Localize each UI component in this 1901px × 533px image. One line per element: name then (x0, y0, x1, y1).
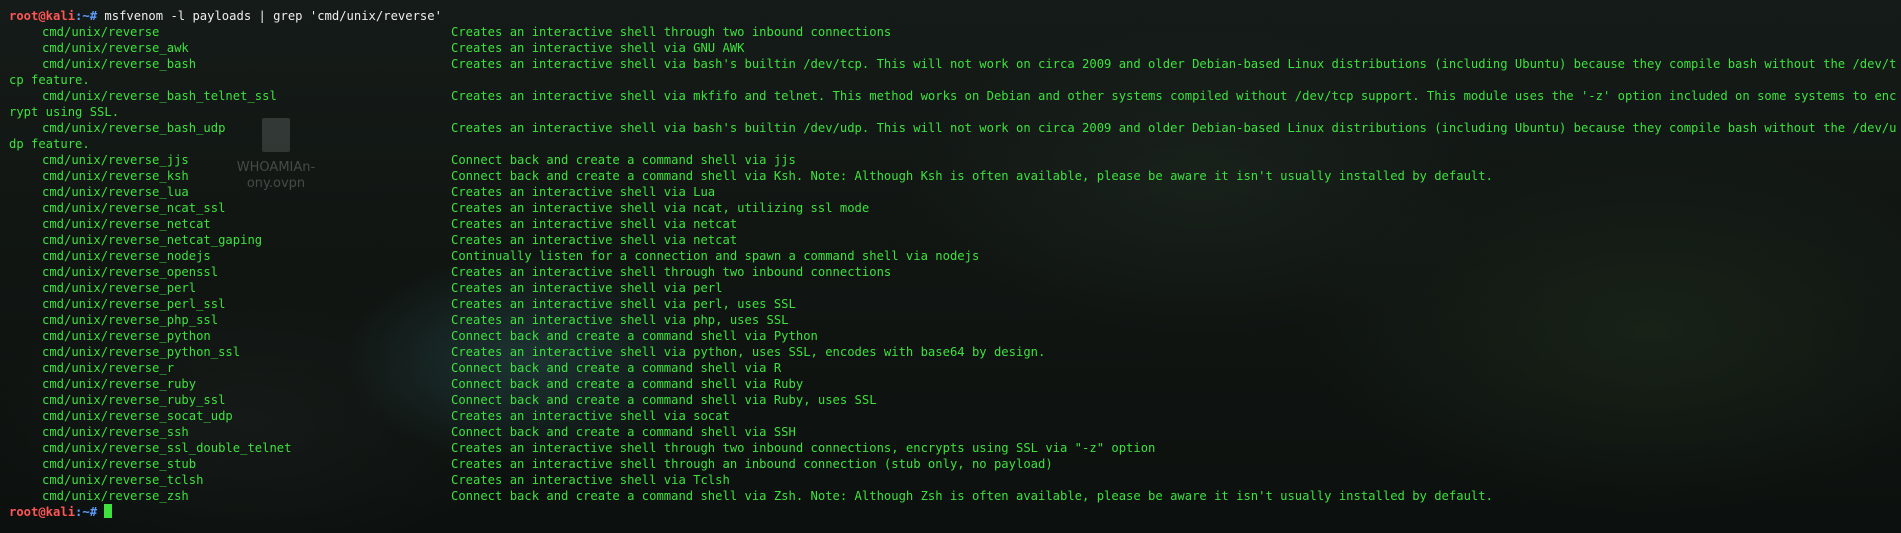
payload-list: cmd/unix/reverse Creates an interactive s… (9, 24, 1897, 504)
text-cursor (104, 504, 113, 518)
payload-row: cmd/unix/reverse_bash_udp Creates an inte… (9, 120, 1897, 152)
payload-description: Creates an interactive shell through an … (451, 457, 1053, 471)
payload-row: cmd/unix/reverse_ruby_ssl Connect back an… (9, 392, 1897, 408)
input-line[interactable]: root@kali:~# (9, 504, 1897, 520)
payload-description: Creates an interactive shell via Lua (451, 185, 716, 199)
payload-name: cmd/unix/reverse_netcat_gaping (42, 233, 263, 247)
command-line: root@kali:~# msfvenom -l payloads | grep… (9, 8, 1897, 24)
payload-row: cmd/unix/reverse_zsh Connect back and cre… (9, 488, 1897, 504)
payload-name: cmd/unix/reverse_netcat (42, 217, 211, 231)
payload-name: cmd/unix/reverse_nodejs (42, 249, 211, 263)
payload-row: cmd/unix/reverse_tclsh Creates an interac… (9, 472, 1897, 488)
payload-name: cmd/unix/reverse_ruby (42, 377, 197, 391)
payload-row: cmd/unix/reverse_jjs Connect back and cre… (9, 152, 1897, 168)
prompt-path: :~# (75, 9, 98, 23)
payload-description: Creates an interactive shell via perl (451, 281, 723, 295)
payload-row: cmd/unix/reverse_ruby Connect back and cr… (9, 376, 1897, 392)
payload-row: cmd/unix/reverse_python Connect back and … (9, 328, 1897, 344)
payload-row: cmd/unix/reverse_bash Creates an interact… (9, 56, 1897, 88)
payload-description: Connect back and create a command shell … (451, 169, 1493, 183)
payload-row: cmd/unix/reverse_python_ssl Creates an in… (9, 344, 1897, 360)
payload-name: cmd/unix/reverse_ssh (42, 425, 189, 439)
payload-description: Creates an interactive shell through two… (451, 25, 892, 39)
payload-row: cmd/unix/reverse_stub Creates an interact… (9, 456, 1897, 472)
payload-description: Connect back and create a command shell … (451, 329, 818, 343)
command-text: msfvenom -l payloads | grep 'cmd/unix/re… (104, 9, 442, 23)
payload-row: cmd/unix/reverse_ksh Connect back and cre… (9, 168, 1897, 184)
payload-row: cmd/unix/reverse_ssh Connect back and cre… (9, 424, 1897, 440)
payload-name: cmd/unix/reverse_python (42, 329, 211, 343)
payload-description: Connect back and create a command shell … (451, 361, 782, 375)
payload-row: cmd/unix/reverse_php_ssl Creates an inter… (9, 312, 1897, 328)
payload-description: Creates an interactive shell via php, us… (451, 313, 789, 327)
payload-name: cmd/unix/reverse_perl (42, 281, 197, 295)
payload-row: cmd/unix/reverse_socat_udp Creates an int… (9, 408, 1897, 424)
payload-name: cmd/unix/reverse_bash_telnet_ssl (42, 89, 277, 103)
payload-description: Creates an interactive shell via netcat (451, 217, 738, 231)
payload-row: cmd/unix/reverse_perl_ssl Creates an inte… (9, 296, 1897, 312)
payload-name: cmd/unix/reverse_ncat_ssl (42, 201, 226, 215)
payload-name: cmd/unix/reverse_socat_udp (42, 409, 233, 423)
terminal-output: root@kali:~# msfvenom -l payloads | grep… (9, 8, 1897, 520)
final-prompt-path: :~# (75, 505, 98, 519)
payload-description: Creates an interactive shell via python,… (451, 345, 1046, 359)
payload-description: Creates an interactive shell through two… (451, 265, 892, 279)
payload-description: Creates an interactive shell via socat (451, 409, 730, 423)
payload-name: cmd/unix/reverse_awk (42, 41, 189, 55)
payload-row: cmd/unix/reverse_ssl_double_telnet Create… (9, 440, 1897, 456)
payload-row: cmd/unix/reverse_netcat Creates an intera… (9, 216, 1897, 232)
payload-description: Creates an interactive shell via netcat (451, 233, 738, 247)
payload-name: cmd/unix/reverse_bash_udp (42, 121, 226, 135)
payload-row: cmd/unix/reverse_perl Creates an interact… (9, 280, 1897, 296)
payload-row: cmd/unix/reverse_lua Creates an interacti… (9, 184, 1897, 200)
payload-description: Connect back and create a command shell … (451, 377, 804, 391)
payload-row: cmd/unix/reverse_bash_telnet_ssl Creates … (9, 88, 1897, 120)
payload-name: cmd/unix/reverse_r (42, 361, 175, 375)
payload-name: cmd/unix/reverse_php_ssl (42, 313, 219, 327)
terminal-window[interactable]: WHOAMIAn- ony.ovpn root@kali:~# msfvenom… (0, 0, 1901, 533)
payload-name: cmd/unix/reverse_jjs (42, 153, 189, 167)
payload-name: cmd/unix/reverse_stub (42, 457, 197, 471)
payload-row: cmd/unix/reverse_netcat_gaping Creates an… (9, 232, 1897, 248)
payload-name: cmd/unix/reverse_ksh (42, 169, 189, 183)
payload-description: Creates an interactive shell via Tclsh (451, 473, 730, 487)
payload-row: cmd/unix/reverse Creates an interactive s… (9, 24, 1897, 40)
payload-name: cmd/unix/reverse_ruby_ssl (42, 393, 226, 407)
payload-name: cmd/unix/reverse_perl_ssl (42, 297, 226, 311)
prompt-user-host: root@kali (9, 9, 76, 23)
payload-row: cmd/unix/reverse_openssl Creates an inter… (9, 264, 1897, 280)
payload-row: cmd/unix/reverse_r Connect back and creat… (9, 360, 1897, 376)
payload-name: cmd/unix/reverse_openssl (42, 265, 219, 279)
payload-name: cmd/unix/reverse (42, 25, 160, 39)
payload-description: Continually listen for a connection and … (451, 249, 980, 263)
final-prompt-user-host: root@kali (9, 505, 76, 519)
payload-description: Creates an interactive shell through two… (451, 441, 1156, 455)
payload-row: cmd/unix/reverse_nodejs Continually liste… (9, 248, 1897, 264)
payload-name: cmd/unix/reverse_lua (42, 185, 189, 199)
payload-description: Creates an interactive shell via ncat, u… (451, 201, 870, 215)
payload-name: cmd/unix/reverse_zsh (42, 489, 189, 503)
payload-name: cmd/unix/reverse_bash (42, 57, 197, 71)
payload-description: Creates an interactive shell via GNU AWK (451, 41, 745, 55)
payload-description: Connect back and create a command shell … (451, 489, 1493, 503)
payload-name: cmd/unix/reverse_ssl_double_telnet (42, 441, 292, 455)
payload-row: cmd/unix/reverse_awk Creates an interacti… (9, 40, 1897, 56)
payload-row: cmd/unix/reverse_ncat_ssl Creates an inte… (9, 200, 1897, 216)
payload-description: Connect back and create a command shell … (451, 425, 796, 439)
payload-description: Connect back and create a command shell … (451, 393, 877, 407)
payload-name: cmd/unix/reverse_python_ssl (42, 345, 241, 359)
payload-name: cmd/unix/reverse_tclsh (42, 473, 204, 487)
payload-description: Creates an interactive shell via perl, u… (451, 297, 796, 311)
payload-description: Connect back and create a command shell … (451, 153, 796, 167)
